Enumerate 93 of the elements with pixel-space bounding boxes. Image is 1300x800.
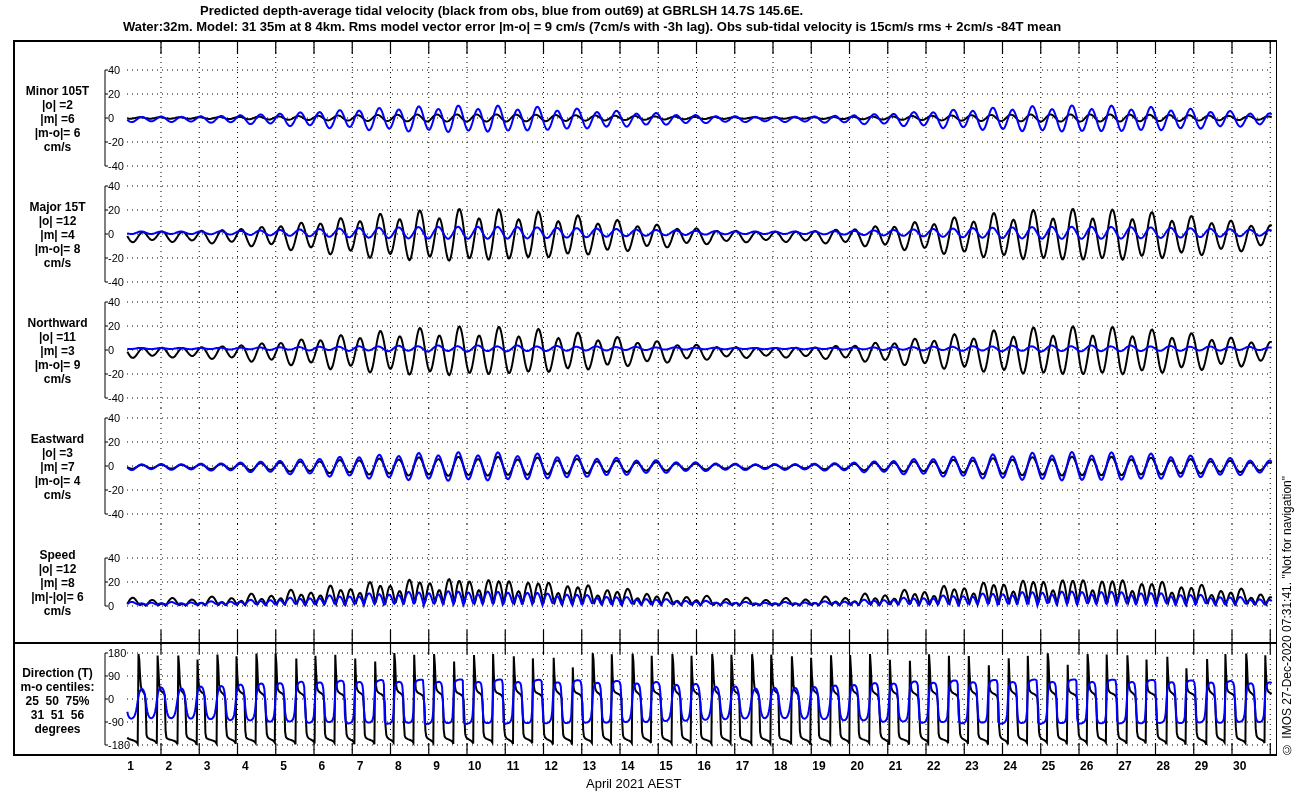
axis-tick-label: 0 bbox=[108, 344, 115, 356]
panel-stat: |m| =8 bbox=[40, 576, 75, 590]
axis-tick-label: 13 bbox=[581, 758, 598, 774]
axis-tick-label: -40 bbox=[108, 392, 124, 404]
axis-tick-label: 30 bbox=[1232, 758, 1248, 774]
axis-tick-label: 24 bbox=[1002, 758, 1018, 774]
axis-tick-label: 9 bbox=[432, 758, 441, 774]
axis-tick-label: -40 bbox=[108, 276, 124, 288]
axis-tick-label: 8 bbox=[393, 758, 403, 774]
panel-title: Speed bbox=[39, 548, 76, 562]
axis-tick-label: -90 bbox=[108, 716, 124, 728]
copyright-notice: © IMOS 27-Dec-2020 07:31:41. "Not for navigation" bbox=[1280, 476, 1294, 756]
axis-tick-label: 180 bbox=[108, 647, 127, 659]
panel-stat: |m-o|= 4 bbox=[34, 474, 81, 488]
axis-tick-label: 20 bbox=[108, 204, 121, 216]
panel-stat: m-o centiles: bbox=[20, 680, 95, 694]
panel-stat: |m-o|= 8 bbox=[34, 242, 81, 256]
axis-tick-label: 21 bbox=[887, 758, 904, 774]
axis-tick-label: 40 bbox=[108, 64, 121, 76]
panel-stat: cm/s bbox=[43, 488, 72, 502]
axis-tick-label: 20 bbox=[108, 88, 121, 100]
x-axis-label: April 2021 AEST bbox=[586, 776, 682, 791]
panel-title: Major 15T bbox=[29, 200, 86, 214]
panel-stat: 25 50 75% bbox=[25, 694, 90, 708]
axis-tick-label: 12 bbox=[543, 758, 559, 774]
panel-title: Northward bbox=[27, 316, 88, 330]
panel-stat: 31 51 56 bbox=[30, 708, 85, 722]
axis-tick-label: 40 bbox=[108, 180, 121, 192]
panel-stat: |o| =3 bbox=[41, 446, 74, 460]
axis-tick-label: 0 bbox=[108, 228, 115, 240]
panel-stat: |m-o|= 9 bbox=[34, 358, 81, 372]
axis-tick-label: 11 bbox=[505, 758, 521, 774]
axis-tick-label: 1 bbox=[126, 758, 135, 774]
axis-tick-label: 17 bbox=[734, 758, 751, 774]
panel-stat: |m| =4 bbox=[40, 228, 75, 242]
axis-tick-label: 25 bbox=[1040, 758, 1057, 774]
panel-stat: degrees bbox=[34, 722, 81, 736]
chart-title: Predicted depth-average tidal velocity (black from obs, blue from out69) at GBRLSH 14.7S 145.6E. bbox=[200, 3, 804, 19]
axis-tick-label: 20 bbox=[108, 576, 121, 588]
panel-stat: |m-o|= 6 bbox=[34, 126, 81, 140]
y-axis bbox=[104, 557, 109, 607]
axis-tick-label: 0 bbox=[108, 112, 115, 124]
axis-tick-label: 15 bbox=[658, 758, 674, 774]
panel-title: Minor 105T bbox=[25, 84, 90, 98]
axis-tick-label: 40 bbox=[108, 296, 121, 308]
panel-stat: cm/s bbox=[43, 604, 72, 618]
axis-tick-label: -20 bbox=[108, 136, 124, 148]
axis-tick-label: 23 bbox=[964, 758, 980, 774]
axis-tick-label: 2 bbox=[164, 758, 174, 774]
panel-stat: |m| =3 bbox=[40, 344, 75, 358]
axis-tick-label: 7 bbox=[355, 758, 365, 774]
axis-tick-label: 18 bbox=[773, 758, 789, 774]
panel-stat: |m| =7 bbox=[40, 460, 75, 474]
panel-stat: |o| =2 bbox=[41, 98, 74, 112]
axis-tick-label: -40 bbox=[108, 508, 124, 520]
axis-tick-label: 22 bbox=[926, 758, 942, 774]
axis-tick-label: 28 bbox=[1155, 758, 1171, 774]
axis-tick-label: 40 bbox=[108, 552, 121, 564]
axis-tick-label: 20 bbox=[108, 320, 121, 332]
axis-tick-label: 20 bbox=[849, 758, 865, 774]
panel-stat: cm/s bbox=[43, 140, 72, 154]
axis-tick-label: -20 bbox=[108, 252, 124, 264]
axis-tick-label: 3 bbox=[202, 758, 212, 774]
axis-tick-label: 40 bbox=[108, 412, 121, 424]
axis-tick-label: 19 bbox=[811, 758, 827, 774]
axis-tick-label: 4 bbox=[240, 758, 250, 774]
panel-stat: |o| =12 bbox=[38, 214, 77, 228]
panel-stat: cm/s bbox=[43, 372, 72, 386]
axis-tick-label: 26 bbox=[1079, 758, 1095, 774]
panel-stat: |m|-|o|= 6 bbox=[31, 590, 84, 604]
axis-tick-label: 20 bbox=[108, 436, 121, 448]
axis-tick-label: -180 bbox=[108, 739, 131, 751]
axis-tick-label: 6 bbox=[317, 758, 327, 774]
axis-tick-label: -20 bbox=[108, 484, 124, 496]
axis-tick-label: 10 bbox=[467, 758, 483, 774]
panel-title: Eastward bbox=[30, 432, 85, 446]
axis-tick-label: 0 bbox=[108, 693, 115, 705]
axis-tick-label: 29 bbox=[1193, 758, 1210, 774]
axis-tick-label: -20 bbox=[108, 368, 124, 380]
axis-tick-label: 27 bbox=[1117, 758, 1133, 774]
axis-tick-label: 0 bbox=[108, 460, 115, 472]
axis-tick-label: -40 bbox=[108, 160, 124, 172]
chart-title: Water:32m. Model: 31 35m at 8 4km. Rms model vector error |m-o| = 9 cm/s (7cm/s with -3h lag). Obs sub-tidal velocity is 15cm/s rms + 2cm/s -84T mean bbox=[123, 19, 1062, 35]
axis-tick-label: 0 bbox=[108, 600, 115, 612]
axis-tick-label: 16 bbox=[696, 758, 712, 774]
axis-tick-label: 90 bbox=[108, 670, 121, 682]
panel-stat: |o| =12 bbox=[38, 562, 77, 576]
panel-stat: |o| =11 bbox=[38, 330, 77, 344]
panel-stat: |m| =6 bbox=[40, 112, 75, 126]
axis-tick-label: 14 bbox=[620, 758, 636, 774]
panel-title: Direction (T) bbox=[22, 666, 93, 680]
panel-stat: cm/s bbox=[43, 256, 72, 270]
axis-tick-label: 5 bbox=[279, 758, 288, 774]
